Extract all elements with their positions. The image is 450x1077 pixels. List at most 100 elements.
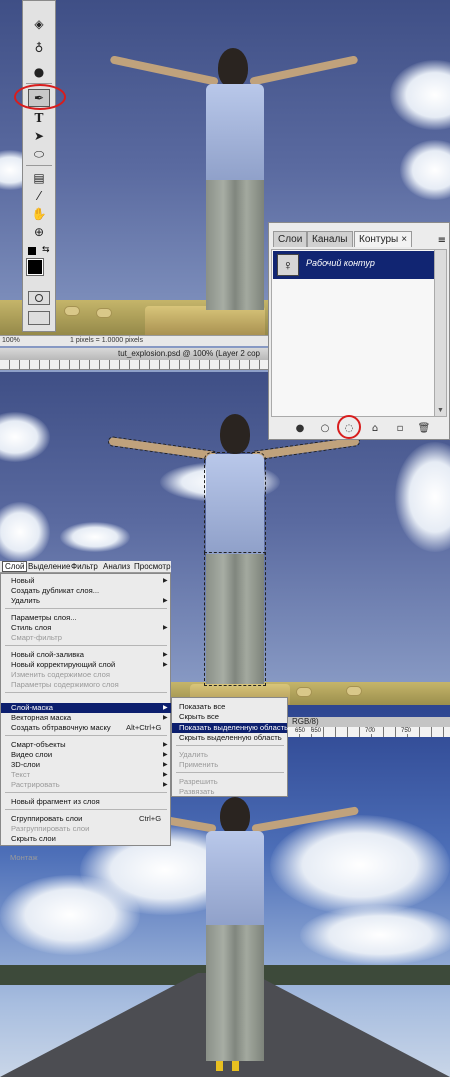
menu-item-type: Текст [11, 770, 31, 779]
menu-item-rasterize: Растрировать [11, 780, 60, 789]
menu-view[interactable]: Просмотр [134, 562, 171, 571]
foreground-color-swatch[interactable] [26, 258, 44, 276]
quick-mask-circle [35, 294, 43, 302]
left-arm [107, 434, 218, 463]
menu-layer[interactable]: Слой [2, 561, 28, 572]
layer-mask-submenu: Показать все Скрыть все Показать выделен… [171, 697, 288, 797]
swap-colors-icon[interactable]: ⇆ [42, 245, 50, 255]
menu-item-smart-objects[interactable]: Смарт-объекты [11, 740, 66, 749]
eyedropper-icon[interactable]: ⁄ [28, 187, 50, 205]
head [220, 797, 250, 835]
menu-item-video-layers[interactable]: Видео слои [11, 750, 52, 759]
default-colors-icon[interactable] [28, 247, 36, 255]
menu-item-montage: Монтаж [10, 853, 38, 862]
menu-item-layer-mask[interactable]: Слой-маска [11, 703, 53, 712]
submenu-arrow-icon: ▶ [163, 578, 168, 584]
menu-item-3d-layers[interactable]: 3D-слои [11, 760, 40, 769]
shortcut-clipping-mask: Alt+Ctrl+G [126, 723, 162, 732]
menu-item-new-adjustment-layer[interactable]: Новый корректирующий слой [11, 660, 115, 669]
tab-channels[interactable]: Каналы [307, 231, 353, 247]
menu-separator [176, 745, 284, 746]
zoom-level[interactable]: 100% [2, 337, 20, 344]
menu-item-delete[interactable]: Удалить [11, 596, 40, 605]
smudge-icon[interactable]: ♁ [28, 39, 50, 57]
burn-icon[interactable]: ● [28, 63, 50, 81]
document-title: tut_explosion.psd @ 100% (Layer 2 cop [118, 349, 260, 358]
zoom-icon[interactable]: ⊕ [28, 223, 50, 241]
ruler-label: 750 [400, 728, 413, 734]
horizontal-ruler: 650 650 700 750 [288, 727, 450, 737]
path-select-icon[interactable]: ➤ [28, 127, 50, 145]
document-title-bar-fragment[interactable]: RGB/8) [288, 717, 450, 727]
menu-filter[interactable]: Фильтр [71, 562, 98, 571]
delete-path-icon[interactable]: 🗑 [417, 422, 431, 436]
submenu-reveal-selection[interactable]: Показать выделенную область [179, 723, 288, 732]
paint-bucket-icon[interactable]: ◈ [28, 15, 50, 33]
menu-select[interactable]: Выделение [28, 562, 70, 571]
submenu-arrow-icon: ▶ [163, 598, 168, 604]
path-name: Рабочий контур [306, 258, 375, 268]
menu-item-duplicate[interactable]: Создать дубликат слоя... [11, 586, 99, 595]
shortcut-group-layers: Ctrl+G [139, 814, 162, 823]
submenu-arrow-icon: ▶ [163, 625, 168, 631]
screen-mode-icon[interactable] [28, 311, 50, 325]
tab-paths[interactable]: Контуры × [354, 231, 413, 247]
menu-separator [5, 735, 167, 736]
haystack [145, 306, 265, 336]
menu-item-layer-props[interactable]: Параметры слоя... [11, 613, 77, 622]
submenu-arrow-icon: ▶ [163, 762, 168, 768]
menu-item-group-layers[interactable]: Сгруппировать слои [11, 814, 82, 823]
ellipse-icon[interactable]: ⬭ [28, 145, 50, 163]
submenu-arrow-icon: ▶ [163, 782, 168, 788]
submenu-hide-selection[interactable]: Скрыть выделенную область [179, 733, 282, 742]
submenu-enable: Разрешить [179, 777, 218, 786]
submenu-hide-all[interactable]: Скрыть все [179, 712, 219, 721]
menu-item-clipping-mask[interactable]: Создать обтравочную маску [11, 723, 111, 732]
left-arm [109, 55, 219, 86]
hay-bale [346, 686, 362, 696]
hand-icon[interactable]: ✋ [28, 205, 50, 223]
submenu-arrow-icon: ▶ [163, 705, 168, 711]
submenu-delete: Удалить [179, 750, 208, 759]
menu-item-new-slice[interactable]: Новый фрагмент из слоя [11, 797, 100, 806]
menu-analysis[interactable]: Анализ [103, 562, 130, 571]
menu-separator [5, 792, 167, 793]
quick-mask-icon[interactable] [28, 291, 50, 305]
submenu-arrow-icon: ▶ [163, 662, 168, 668]
menu-item-new-fill-layer[interactable]: Новый слой-заливка [11, 650, 84, 659]
panel-menu-icon[interactable]: ≡ [438, 235, 446, 246]
path-list-scrollbar[interactable] [434, 250, 446, 416]
right-arm [251, 806, 360, 833]
menu-item-hide-layers[interactable]: Скрыть слои [11, 834, 56, 843]
close-icon[interactable]: × [401, 234, 407, 245]
menu-item-layer-style[interactable]: Стиль слоя [11, 623, 51, 632]
hay-bale [64, 306, 80, 316]
submenu-reveal-all[interactable]: Показать все [179, 702, 225, 711]
menu-item-content-options: Параметры содержимого слоя [11, 680, 119, 689]
type-icon[interactable]: T [28, 109, 50, 127]
shirt [206, 84, 264, 182]
document-title-bar[interactable]: tut_explosion.psd @ 100% (Layer 2 cop [0, 348, 268, 360]
menu-item-vector-mask[interactable]: Векторная маска [11, 713, 71, 722]
fill-path-icon[interactable]: ● [293, 422, 307, 436]
menu-item-new[interactable]: Новый [11, 576, 34, 585]
menu-item-smart-filter: Смарт-фильтр [11, 633, 62, 642]
ruler-label: 650 [310, 728, 323, 734]
tab-layers[interactable]: Слои [273, 231, 308, 247]
status-text: 1 pixels = 1.0000 pixels [70, 337, 143, 344]
make-work-path-icon[interactable]: ⌂ [368, 422, 382, 436]
tab-layers-label: Слои [278, 234, 303, 245]
notes-icon[interactable]: ▤ [28, 169, 50, 187]
head [218, 48, 248, 88]
head [220, 414, 250, 454]
submenu-arrow-icon: ▶ [163, 742, 168, 748]
stroke-path-icon[interactable]: ○ [318, 422, 332, 436]
submenu-arrow-icon: ▶ [163, 715, 168, 721]
submenu-unlink: Развязать [179, 787, 215, 796]
path-row-work-path[interactable]: ♀ Рабочий контур [273, 251, 435, 279]
new-path-icon[interactable]: ▫ [393, 422, 407, 436]
horizontal-ruler [0, 360, 268, 370]
ruler-label: 650 [294, 728, 307, 734]
layer-menu-dropdown: Новый ▶ Создать дубликат слоя... Удалить ▶… [0, 573, 171, 846]
path-list: ♀ Рабочий контур [271, 249, 447, 417]
